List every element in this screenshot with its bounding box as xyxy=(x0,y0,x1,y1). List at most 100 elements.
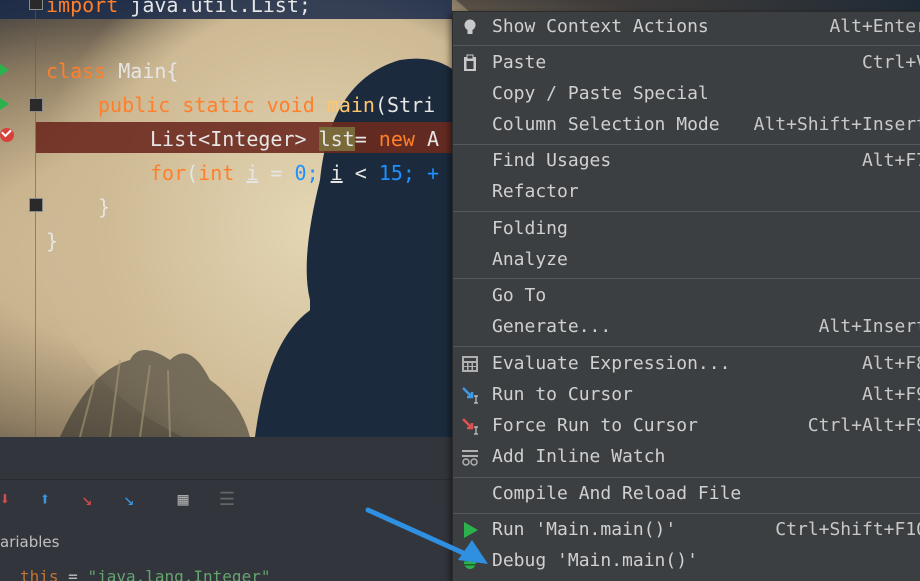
menu-item-shortcut: Alt+F8 xyxy=(861,353,920,374)
menu-item-run-to-cursor[interactable]: Run to Cursor Alt+F9 xyxy=(453,380,920,411)
menu-item-evaluate-expression[interactable]: Evaluate Expression... Alt+F8 xyxy=(453,349,920,380)
code-text: ; xyxy=(306,161,331,185)
fold-toggle-icon[interactable] xyxy=(29,0,43,10)
menu-item-find-usages[interactable]: Find Usages Alt+F7 xyxy=(453,146,920,177)
menu-item-label: Evaluate Expression... xyxy=(492,353,731,374)
fold-toggle-icon[interactable] xyxy=(29,98,43,112)
menu-item-add-inline-watch[interactable]: Add Inline Watch xyxy=(453,442,920,473)
variable: i xyxy=(246,161,259,185)
menu-item-shortcut: Alt+Shift+Insert xyxy=(753,114,920,135)
number-literal: 15 xyxy=(378,161,403,185)
menu-item-copy-paste-special[interactable]: Copy / Paste Special xyxy=(453,79,920,110)
keyword: static xyxy=(182,93,255,117)
evaluate-expression-toolbar-icon[interactable]: ▦ xyxy=(172,489,194,511)
variable-value: "java.lang.Integer" xyxy=(87,567,271,581)
keyword: public xyxy=(98,93,171,117)
menu-separator xyxy=(453,144,920,145)
menu-item-label: Paste xyxy=(492,52,547,73)
keyword: import xyxy=(46,0,119,17)
variable: i xyxy=(330,161,343,185)
force-run-to-cursor-icon xyxy=(462,418,478,435)
menu-item-label: Force Run to Cursor xyxy=(492,415,698,436)
menu-item-label: Show Context Actions xyxy=(492,16,709,37)
menu-item-label: Run to Cursor xyxy=(492,384,633,405)
keyword: class xyxy=(46,59,107,83)
code-text: ( xyxy=(186,161,199,185)
editor-context-menu: Show Context Actions Alt+Enter Paste Ctr… xyxy=(452,11,920,581)
menu-item-label: Folding xyxy=(492,218,568,239)
variable-highlight: lst xyxy=(318,127,355,151)
menu-item-label: Refactor xyxy=(492,181,579,202)
menu-item-label: Analyze xyxy=(492,249,568,270)
code-text: } xyxy=(98,195,111,219)
step-into-icon[interactable]: ⬇ xyxy=(0,489,16,511)
menu-separator xyxy=(453,513,920,514)
menu-item-force-run-to-cursor[interactable]: Force Run to Cursor Ctrl+Alt+F9 xyxy=(453,411,920,442)
code-line-list: List<Integer> lst= new A xyxy=(150,127,439,151)
code-text: List<Integer> xyxy=(150,127,319,151)
menu-item-shortcut: Ctrl+Alt+F9 xyxy=(807,415,920,436)
drop-frame-icon[interactable]: ↘ xyxy=(76,489,98,511)
menu-item-shortcut: Alt+Insert xyxy=(818,316,920,337)
fold-toggle-icon[interactable] xyxy=(29,198,43,212)
menu-item-label: Add Inline Watch xyxy=(492,446,666,467)
number-literal: 0 xyxy=(294,161,307,185)
menu-item-label: Run 'Main.main()' xyxy=(492,519,677,540)
run-to-cursor-toolbar-icon[interactable]: ↘ xyxy=(118,489,140,511)
menu-item-shortcut: Alt+F9 xyxy=(861,384,920,405)
menu-item-show-context-actions[interactable]: Show Context Actions Alt+Enter xyxy=(453,12,920,43)
code-text: (Stri xyxy=(374,93,436,117)
run-gutter-icon[interactable] xyxy=(0,64,9,76)
code-line-class: class Main{ xyxy=(46,60,178,82)
menu-item-label: Column Selection Mode xyxy=(492,114,720,135)
code-text: = xyxy=(258,161,295,185)
debug-icon xyxy=(464,555,476,569)
menu-item-debug-main[interactable]: Debug 'Main.main()' xyxy=(453,546,920,577)
code-text: java.util.List; xyxy=(118,0,311,17)
menu-item-refactor[interactable]: Refactor xyxy=(453,177,920,208)
menu-item-label: Copy / Paste Special xyxy=(492,83,709,104)
menu-item-generate[interactable]: Generate... Alt+Insert xyxy=(453,312,920,343)
menu-separator xyxy=(453,346,920,347)
run-to-cursor-icon xyxy=(462,387,478,404)
keyword: new xyxy=(378,127,415,151)
code-line-main: public static void main(Stri xyxy=(98,94,435,116)
menu-item-folding[interactable]: Folding xyxy=(453,214,920,245)
method-name: main xyxy=(326,93,375,117)
trace-stream-icon[interactable]: ☰ xyxy=(216,489,238,511)
code-text: < xyxy=(342,161,379,185)
menu-separator xyxy=(453,211,920,212)
code-text: = xyxy=(354,127,379,151)
calculator-icon xyxy=(462,356,478,372)
menu-item-go-to[interactable]: Go To xyxy=(453,281,920,312)
menu-item-compile-and-reload[interactable]: Compile And Reload File xyxy=(453,479,920,510)
code-line-import: import java.util.List; xyxy=(46,0,311,16)
variables-tab-label[interactable]: ariables xyxy=(0,533,59,551)
keyword: void xyxy=(266,93,315,117)
menu-item-shortcut: Alt+F7 xyxy=(861,150,920,171)
code-text: Main{ xyxy=(106,59,179,83)
menu-separator xyxy=(453,45,920,46)
menu-item-shortcut: Ctrl+Shift+F10 xyxy=(775,519,920,540)
keyword: for xyxy=(150,161,187,185)
gutter-divider xyxy=(35,0,36,437)
keyword: int xyxy=(198,161,235,185)
menu-item-label: Generate... xyxy=(492,316,612,337)
menu-item-paste[interactable]: Paste Ctrl+V xyxy=(453,48,920,79)
run-gutter-icon[interactable] xyxy=(0,98,9,110)
code-line-for: for(int i = 0; i < 15; + xyxy=(150,162,439,184)
lightbulb-icon xyxy=(464,19,476,34)
code-text: } xyxy=(46,229,59,253)
menu-item-run-main[interactable]: Run 'Main.main()' Ctrl+Shift+F10 xyxy=(453,515,920,546)
menu-item-analyze[interactable]: Analyze xyxy=(453,245,920,276)
variable-name: this xyxy=(20,567,59,581)
code-line-close-outer: } xyxy=(46,230,58,252)
menu-item-column-selection-mode[interactable]: Column Selection Mode Alt+Shift+Insert xyxy=(453,110,920,141)
menu-separator xyxy=(453,278,920,279)
menu-item-label: Debug 'Main.main()' xyxy=(492,550,698,571)
step-out-icon[interactable]: ⬆ xyxy=(34,489,56,511)
variable-row[interactable]: this = "java.lang.Integer" xyxy=(20,567,270,581)
inline-watch-icon xyxy=(462,450,478,466)
breakpoint-icon[interactable] xyxy=(0,128,14,142)
menu-item-label: Compile And Reload File xyxy=(492,483,742,504)
